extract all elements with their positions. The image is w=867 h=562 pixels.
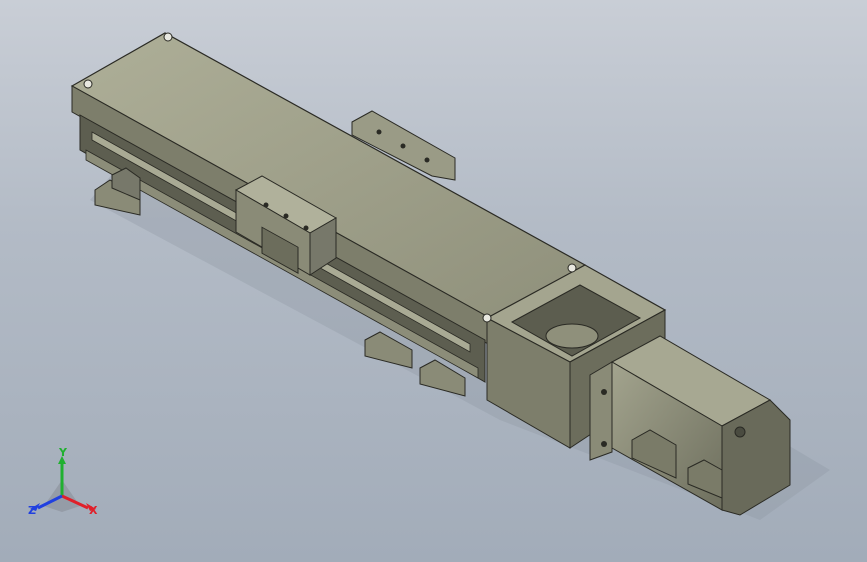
reference-triad: Y X Z bbox=[26, 446, 102, 522]
motor-flange bbox=[589, 361, 613, 461]
bolt-top-left bbox=[83, 79, 93, 89]
linear-actuator-model[interactable] bbox=[0, 0, 867, 562]
axis-label-z: Z bbox=[28, 504, 36, 517]
axis-label-y: Y bbox=[59, 446, 67, 459]
bolt-top-back bbox=[163, 32, 173, 42]
bolt-top-right bbox=[567, 263, 577, 273]
axis-label-x: X bbox=[89, 504, 98, 517]
graphics-viewport[interactable]: Y X Z bbox=[0, 0, 867, 562]
bolt-front-right bbox=[482, 313, 492, 323]
